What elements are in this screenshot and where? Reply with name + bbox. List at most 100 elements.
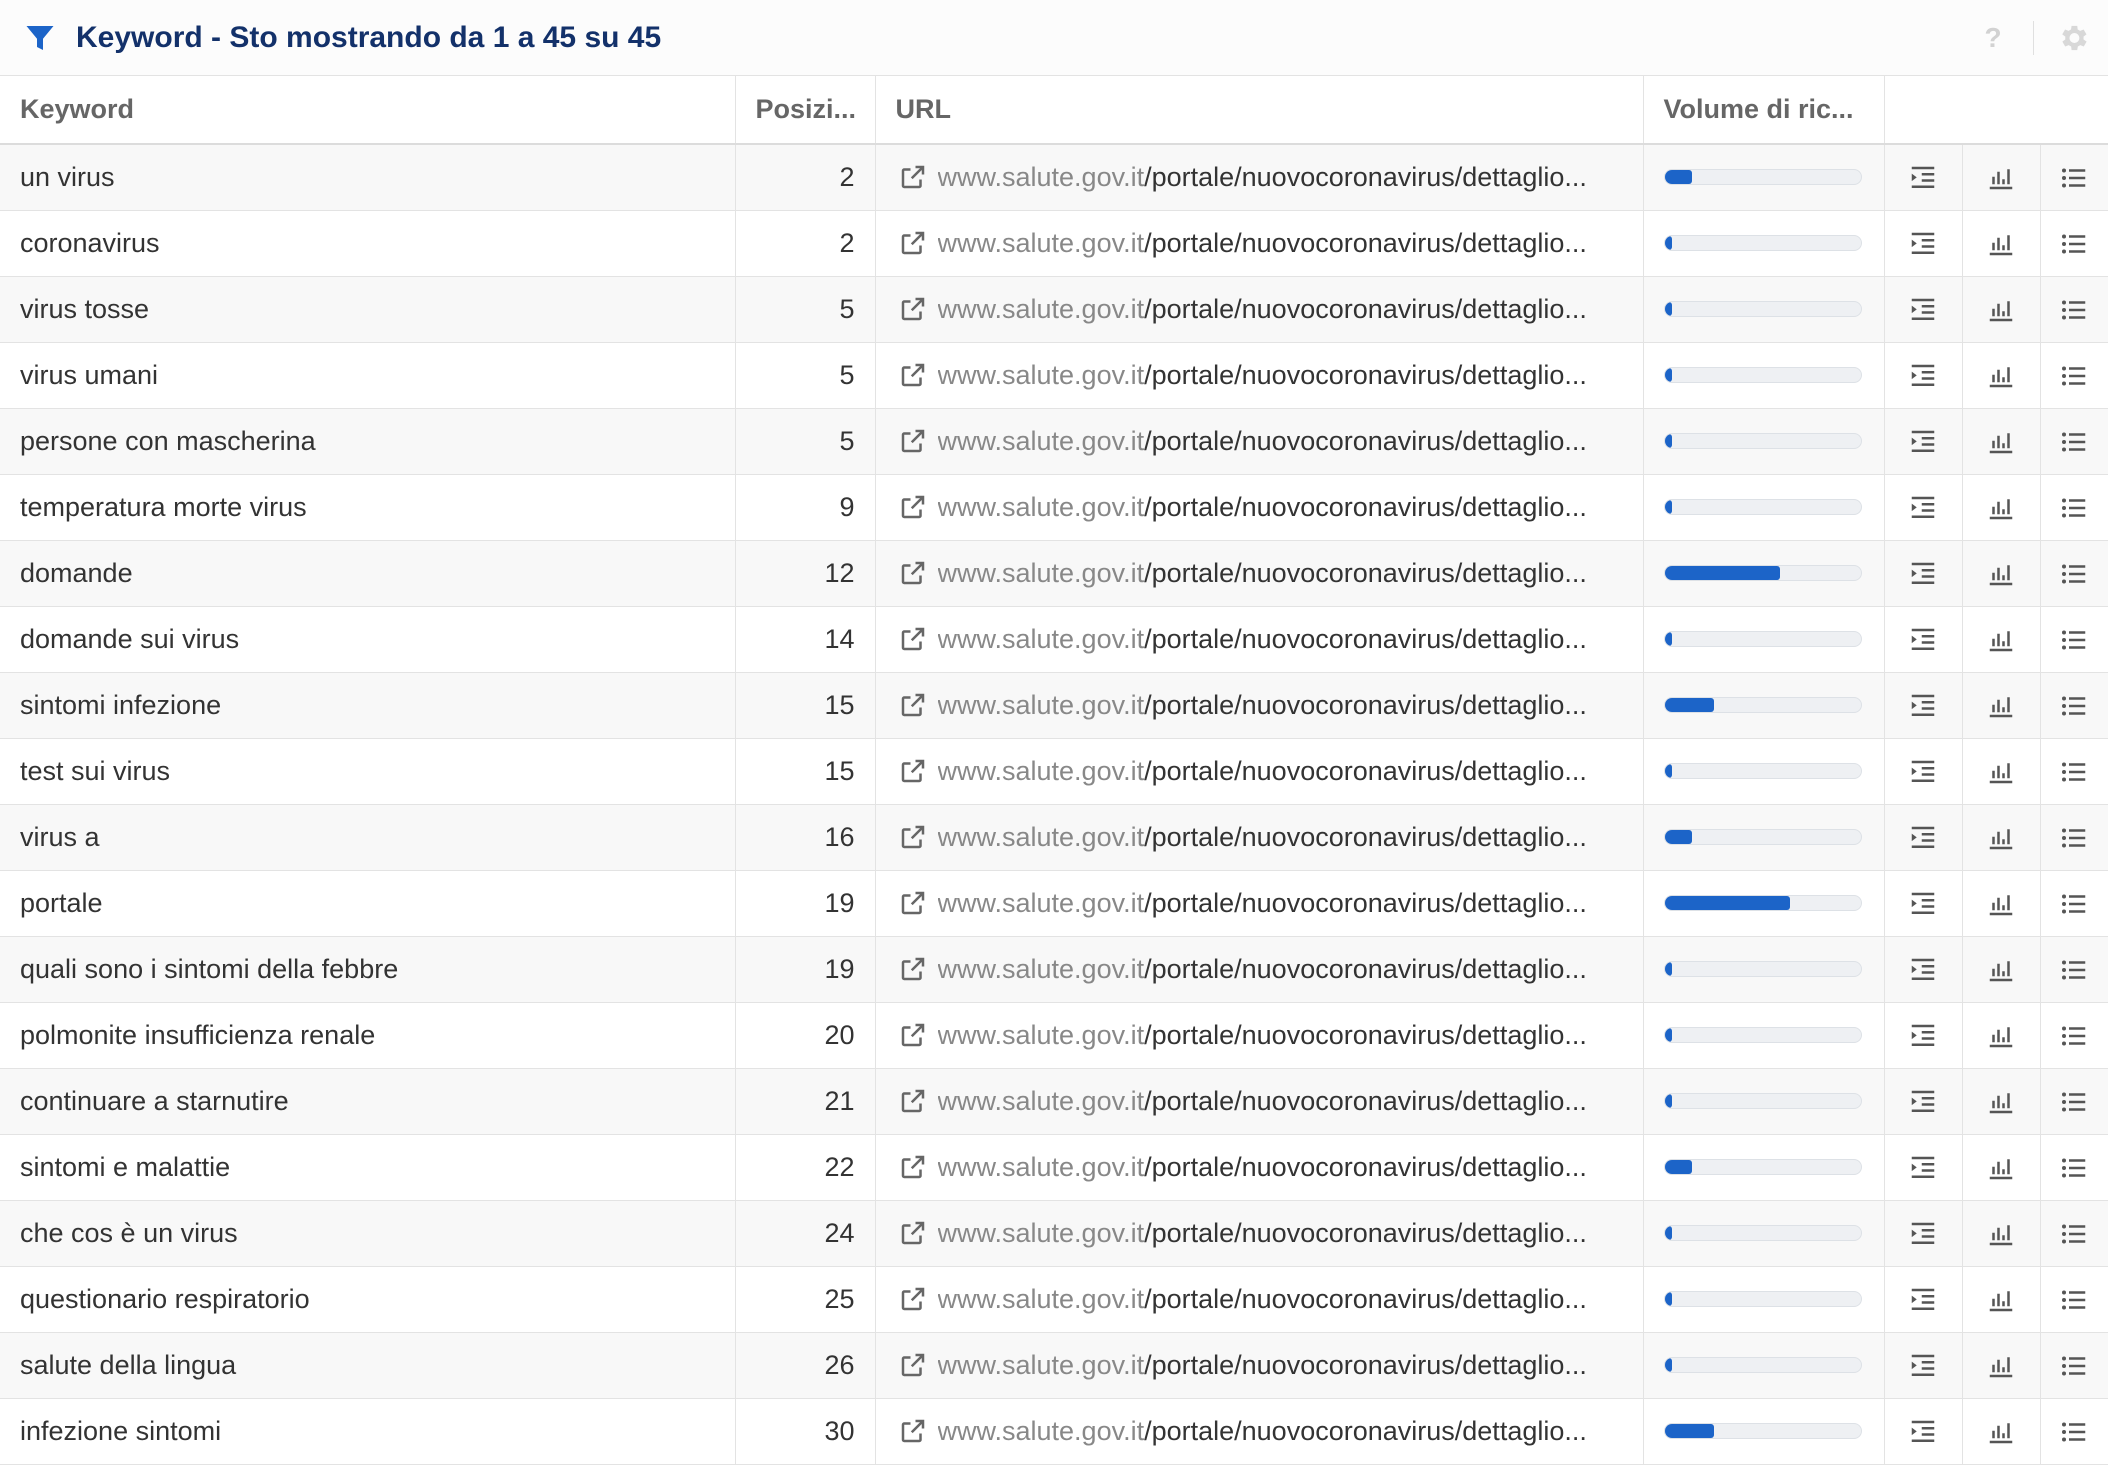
gear-icon[interactable]: [2056, 21, 2090, 55]
external-link-icon[interactable]: [898, 822, 928, 852]
url-link[interactable]: www.salute.gov.it/portale/nuovocoronavir…: [938, 1086, 1587, 1117]
external-link-icon[interactable]: [898, 888, 928, 918]
bar-chart-icon[interactable]: [1986, 1417, 2016, 1447]
list-icon[interactable]: [2059, 163, 2089, 193]
indent-icon[interactable]: [1908, 427, 1938, 457]
list-icon[interactable]: [2059, 1417, 2089, 1447]
list-icon[interactable]: [2059, 427, 2089, 457]
external-link-icon[interactable]: [898, 756, 928, 786]
url-link[interactable]: www.salute.gov.it/portale/nuovocoronavir…: [938, 492, 1587, 523]
bar-chart-icon[interactable]: [1986, 1021, 2016, 1051]
indent-icon[interactable]: [1908, 1351, 1938, 1381]
bar-chart-icon[interactable]: [1986, 823, 2016, 853]
external-link-icon[interactable]: [898, 294, 928, 324]
external-link-icon[interactable]: [898, 1218, 928, 1248]
column-header-position[interactable]: Posizi...: [735, 76, 876, 145]
external-link-icon[interactable]: [898, 954, 928, 984]
external-link-icon[interactable]: [898, 228, 928, 258]
list-icon[interactable]: [2059, 1285, 2089, 1315]
url-link[interactable]: www.salute.gov.it/portale/nuovocoronavir…: [938, 954, 1587, 985]
bar-chart-icon[interactable]: [1986, 1153, 2016, 1183]
filter-icon[interactable]: [22, 20, 58, 56]
bar-chart-icon[interactable]: [1986, 625, 2016, 655]
column-header-keyword[interactable]: Keyword: [0, 76, 736, 145]
external-link-icon[interactable]: [898, 426, 928, 456]
indent-icon[interactable]: [1908, 493, 1938, 523]
bar-chart-icon[interactable]: [1986, 691, 2016, 721]
column-header-volume[interactable]: Volume di ric...: [1643, 76, 1885, 145]
indent-icon[interactable]: [1908, 163, 1938, 193]
bar-chart-icon[interactable]: [1986, 1087, 2016, 1117]
list-icon[interactable]: [2059, 559, 2089, 589]
list-icon[interactable]: [2059, 361, 2089, 391]
external-link-icon[interactable]: [898, 1020, 928, 1050]
list-icon[interactable]: [2059, 625, 2089, 655]
external-link-icon[interactable]: [898, 624, 928, 654]
indent-icon[interactable]: [1908, 625, 1938, 655]
bar-chart-icon[interactable]: [1986, 757, 2016, 787]
list-icon[interactable]: [2059, 889, 2089, 919]
indent-icon[interactable]: [1908, 955, 1938, 985]
bar-chart-icon[interactable]: [1986, 295, 2016, 325]
url-link[interactable]: www.salute.gov.it/portale/nuovocoronavir…: [938, 1218, 1587, 1249]
list-icon[interactable]: [2059, 1219, 2089, 1249]
bar-chart-icon[interactable]: [1986, 361, 2016, 391]
bar-chart-icon[interactable]: [1986, 493, 2016, 523]
list-icon[interactable]: [2059, 1153, 2089, 1183]
external-link-icon[interactable]: [898, 1152, 928, 1182]
external-link-icon[interactable]: [898, 558, 928, 588]
list-icon[interactable]: [2059, 691, 2089, 721]
indent-icon[interactable]: [1908, 361, 1938, 391]
url-link[interactable]: www.salute.gov.it/portale/nuovocoronavir…: [938, 1020, 1587, 1051]
bar-chart-icon[interactable]: [1986, 955, 2016, 985]
indent-icon[interactable]: [1908, 889, 1938, 919]
list-icon[interactable]: [2059, 295, 2089, 325]
list-icon[interactable]: [2059, 955, 2089, 985]
url-link[interactable]: www.salute.gov.it/portale/nuovocoronavir…: [938, 1284, 1587, 1315]
bar-chart-icon[interactable]: [1986, 163, 2016, 193]
url-link[interactable]: www.salute.gov.it/portale/nuovocoronavir…: [938, 1416, 1587, 1447]
bar-chart-icon[interactable]: [1986, 1351, 2016, 1381]
url-link[interactable]: www.salute.gov.it/portale/nuovocoronavir…: [938, 624, 1587, 655]
list-icon[interactable]: [2059, 823, 2089, 853]
bar-chart-icon[interactable]: [1986, 559, 2016, 589]
url-link[interactable]: www.salute.gov.it/portale/nuovocoronavir…: [938, 162, 1587, 193]
bar-chart-icon[interactable]: [1986, 229, 2016, 259]
external-link-icon[interactable]: [898, 690, 928, 720]
indent-icon[interactable]: [1908, 691, 1938, 721]
list-icon[interactable]: [2059, 757, 2089, 787]
bar-chart-icon[interactable]: [1986, 427, 2016, 457]
indent-icon[interactable]: [1908, 559, 1938, 589]
url-link[interactable]: www.salute.gov.it/portale/nuovocoronavir…: [938, 228, 1587, 259]
external-link-icon[interactable]: [898, 162, 928, 192]
indent-icon[interactable]: [1908, 1087, 1938, 1117]
url-link[interactable]: www.salute.gov.it/portale/nuovocoronavir…: [938, 360, 1587, 391]
external-link-icon[interactable]: [898, 492, 928, 522]
bar-chart-icon[interactable]: [1986, 1285, 2016, 1315]
external-link-icon[interactable]: [898, 1416, 928, 1446]
url-link[interactable]: www.salute.gov.it/portale/nuovocoronavir…: [938, 294, 1587, 325]
url-link[interactable]: www.salute.gov.it/portale/nuovocoronavir…: [938, 756, 1587, 787]
bar-chart-icon[interactable]: [1986, 1219, 2016, 1249]
url-link[interactable]: www.salute.gov.it/portale/nuovocoronavir…: [938, 822, 1587, 853]
indent-icon[interactable]: [1908, 229, 1938, 259]
url-link[interactable]: www.salute.gov.it/portale/nuovocoronavir…: [938, 888, 1587, 919]
external-link-icon[interactable]: [898, 1350, 928, 1380]
indent-icon[interactable]: [1908, 1417, 1938, 1447]
url-link[interactable]: www.salute.gov.it/portale/nuovocoronavir…: [938, 558, 1587, 589]
list-icon[interactable]: [2059, 493, 2089, 523]
indent-icon[interactable]: [1908, 1021, 1938, 1051]
indent-icon[interactable]: [1908, 1285, 1938, 1315]
bar-chart-icon[interactable]: [1986, 889, 2016, 919]
indent-icon[interactable]: [1908, 295, 1938, 325]
indent-icon[interactable]: [1908, 757, 1938, 787]
list-icon[interactable]: [2059, 1021, 2089, 1051]
indent-icon[interactable]: [1908, 823, 1938, 853]
list-icon[interactable]: [2059, 1087, 2089, 1117]
external-link-icon[interactable]: [898, 1284, 928, 1314]
url-link[interactable]: www.salute.gov.it/portale/nuovocoronavir…: [938, 1350, 1587, 1381]
indent-icon[interactable]: [1908, 1219, 1938, 1249]
list-icon[interactable]: [2059, 229, 2089, 259]
url-link[interactable]: www.salute.gov.it/portale/nuovocoronavir…: [938, 690, 1587, 721]
external-link-icon[interactable]: [898, 1086, 928, 1116]
